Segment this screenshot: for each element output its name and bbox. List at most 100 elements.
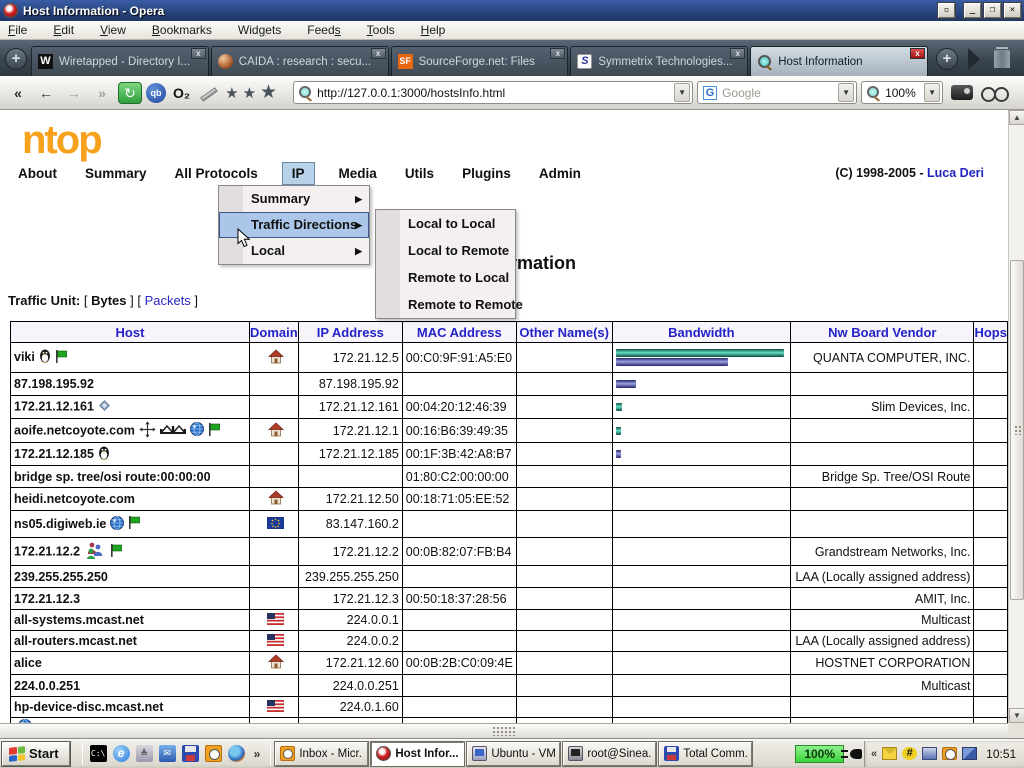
host-link[interactable]: 172.21.12.3 (14, 592, 80, 606)
back-button[interactable]: ← (34, 82, 58, 104)
traffic-unit-bytes[interactable]: Bytes (91, 293, 126, 308)
scroll-up-arrow[interactable]: ▲ (1009, 110, 1024, 125)
tab-caida-research-secu[interactable]: CAIDA : research : secu...x (211, 46, 389, 76)
fast-forward-button[interactable]: » (90, 82, 114, 104)
quicklaunch-outlook-icon[interactable]: ✉ (159, 745, 176, 762)
host-link[interactable]: all-systems.mcast.net (14, 613, 144, 627)
host-link[interactable]: alice (14, 656, 42, 670)
taskbar-button-ubuntu-vm[interactable]: Ubuntu - VM... (467, 742, 560, 766)
qb-icon[interactable]: qb (146, 83, 166, 103)
menu-file[interactable]: File (8, 23, 27, 37)
tab-close-icon[interactable]: x (191, 48, 206, 59)
taskbar-button-inbox-micr[interactable]: Inbox - Micr... (275, 742, 368, 766)
accessibility-glasses-icon[interactable] (981, 85, 1011, 101)
search-box[interactable]: G Google ▼ (697, 81, 857, 104)
tab-close-icon[interactable]: x (910, 48, 925, 59)
ntop-nav-admin[interactable]: Admin (535, 163, 585, 184)
taskbar-button-host-infor[interactable]: Host Infor... (371, 742, 464, 766)
zoom-level[interactable]: 100% (885, 86, 924, 100)
host-link[interactable]: aoife.netcoyote.com (14, 423, 135, 437)
search-dropdown-arrow[interactable]: ▼ (838, 83, 854, 102)
traffic-unit-packets-link[interactable]: Packets (145, 293, 191, 308)
tab-close-icon[interactable]: x (371, 48, 386, 59)
rewind-button[interactable]: « (6, 82, 30, 104)
quicklaunch-overflow-chevron[interactable]: » (254, 747, 261, 761)
quicklaunch-cmd-icon[interactable]: C:\ (90, 745, 107, 762)
submenu-item-remote-to-local[interactable]: Remote to Local (376, 264, 515, 291)
new-tab-button[interactable]: + (5, 48, 27, 70)
tab-close-icon[interactable]: x (730, 48, 745, 59)
host-link[interactable]: heidi.netcoyote.com (14, 492, 135, 506)
tray-clock-icon[interactable] (942, 747, 957, 760)
restore-button[interactable]: ❐ (984, 3, 1001, 18)
note-pencil-icon[interactable] (197, 83, 219, 103)
menu-widgets[interactable]: Widgets (238, 23, 281, 37)
ntop-nav-ip[interactable]: IP (282, 162, 315, 185)
submenu-item-local-to-local[interactable]: Local to Local (376, 210, 515, 237)
tab-overflow-arrow-icon[interactable] (968, 48, 980, 70)
host-link[interactable]: 224.0.0.251 (14, 679, 80, 693)
menu-help[interactable]: Help (421, 23, 446, 37)
host-link[interactable]: 239.255.255.250 (14, 570, 108, 584)
tray-mail-icon[interactable] (882, 747, 897, 760)
ntop-nav-summary[interactable]: Summary (81, 163, 151, 184)
tab-close-icon[interactable]: x (550, 48, 565, 59)
host-link[interactable]: 172.21.12.161 (14, 399, 94, 413)
host-link[interactable]: ns05.digiweb.ie (14, 516, 106, 530)
quicklaunch-firefox-icon[interactable] (228, 745, 245, 762)
host-link[interactable]: 172.21.12.2 (14, 544, 80, 558)
restore-small-button[interactable]: ▫ (938, 3, 955, 18)
closed-tabs-trash-icon[interactable] (994, 50, 1010, 68)
host-link[interactable]: viki (14, 350, 35, 364)
quicklaunch-eject-icon[interactable]: ≜ (136, 745, 153, 762)
url-dropdown-arrow[interactable]: ▼ (674, 83, 690, 102)
submenu-item-remote-to-remote[interactable]: Remote to Remote (376, 291, 515, 318)
quicklaunch-floppy-icon[interactable] (182, 745, 199, 762)
tab-wiretapped-directory-i[interactable]: WWiretapped - Directory I...x (31, 46, 209, 76)
taskbar-button-root-sinea[interactable]: root@Sinea... (563, 742, 656, 766)
ntop-nav-utils[interactable]: Utils (401, 163, 438, 184)
zoom-dropdown-arrow[interactable]: ▼ (924, 83, 940, 102)
host-link[interactable]: all-routers.mcast.net (14, 634, 137, 648)
scroll-down-arrow[interactable]: ▼ (1009, 708, 1024, 723)
quicklaunch-ie-icon[interactable]: e (113, 745, 130, 762)
reload-button[interactable]: ↻ (118, 82, 142, 104)
battery-meter[interactable]: 100% (795, 745, 844, 763)
menu-feeds[interactable]: Feeds (307, 23, 340, 37)
tray-net-icon[interactable] (922, 747, 937, 760)
vertical-scroll-thumb[interactable] (1010, 260, 1024, 600)
menu-item-summary[interactable]: Summary▶ (219, 186, 369, 212)
add-tab-button[interactable]: + (936, 48, 958, 70)
bookmark-star-icon[interactable]: ★ (241, 84, 258, 102)
minimize-button[interactable]: _ (964, 3, 981, 18)
vertical-scrollbar[interactable]: ▲ ▼ (1008, 110, 1024, 723)
menu-edit[interactable]: Edit (53, 23, 74, 37)
host-link[interactable]: bridge sp. tree/osi route:00:00:00 (14, 470, 211, 484)
menu-view[interactable]: View (100, 23, 126, 37)
search-placeholder[interactable]: Google (722, 86, 838, 100)
host-link[interactable]: 87.198.195.92 (14, 377, 94, 391)
tray-comp-icon[interactable] (962, 747, 977, 760)
host-link[interactable]: 172.21.12.185 (14, 446, 94, 460)
tab-host-information[interactable]: Host Informationx (750, 46, 928, 76)
o2-icon[interactable]: O₂ (170, 85, 193, 101)
start-button[interactable]: Start (2, 742, 70, 766)
address-bar[interactable]: http://127.0.0.1:3000/hostsInfo.html ▼ (293, 81, 693, 104)
taskbar-button-total-comm[interactable]: Total Comm... (659, 742, 752, 766)
url-text[interactable]: http://127.0.0.1:3000/hostsInfo.html (317, 86, 674, 100)
host-link[interactable]: hp-device-disc.mcast.net (14, 700, 163, 714)
tray-hash-icon[interactable]: # (902, 747, 917, 760)
ntop-nav-all-protocols[interactable]: All Protocols (171, 163, 262, 184)
ntop-nav-about[interactable]: About (14, 163, 61, 184)
bookmark-star-icon[interactable]: ★ (258, 81, 279, 104)
bookmark-star-icon[interactable]: ★ (223, 84, 240, 102)
zoom-control[interactable]: 100% ▼ (861, 81, 943, 104)
horizontal-scrollbar[interactable] (0, 723, 1008, 738)
tray-collapse-chevron[interactable]: « (871, 748, 877, 760)
ntop-nav-plugins[interactable]: Plugins (458, 163, 515, 184)
quicklaunch-clock-icon[interactable] (205, 745, 222, 762)
tab-symmetrix-technologies[interactable]: SSymmetrix Technologies...x (570, 46, 748, 76)
camera-icon[interactable] (951, 85, 973, 100)
tab-sourceforge-net-files[interactable]: SFSourceForge.net: Filesx (391, 46, 569, 76)
menu-bookmarks[interactable]: Bookmarks (152, 23, 212, 37)
